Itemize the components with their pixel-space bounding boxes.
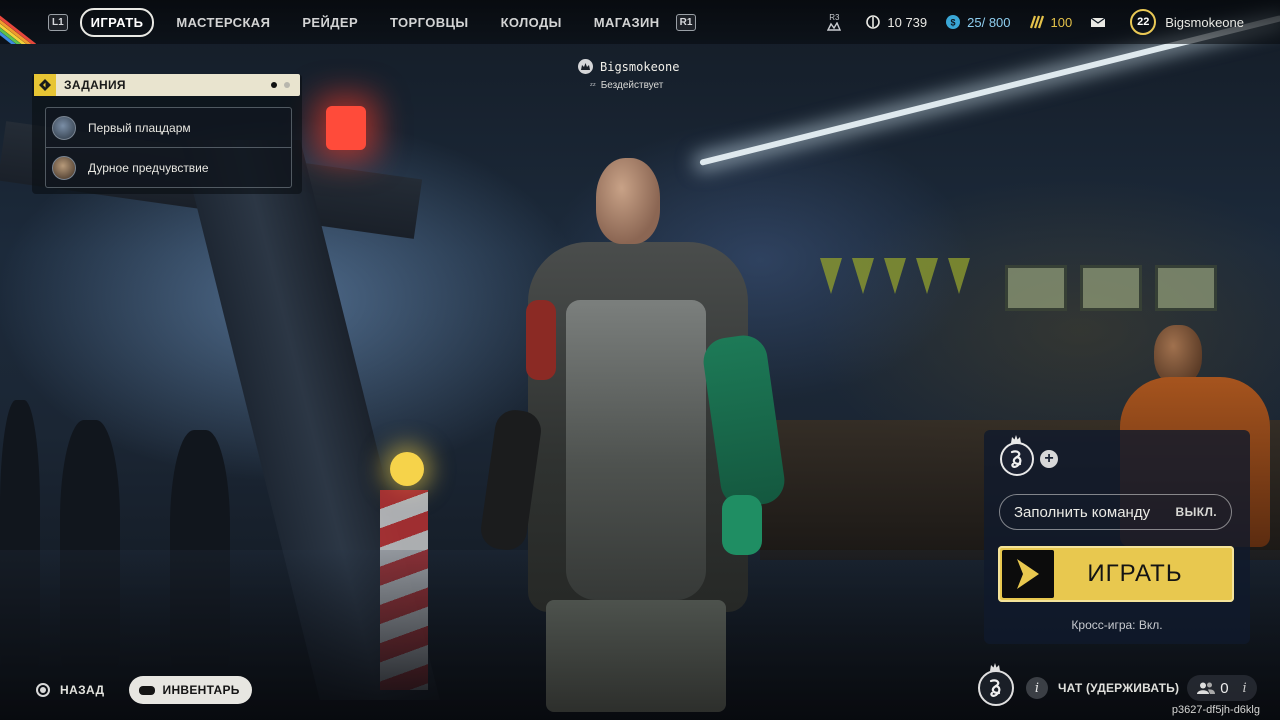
tab-store[interactable]: МАГАЗИН [594, 15, 660, 30]
party-count: 0 [1220, 679, 1229, 697]
main-currency: 10 739 [865, 14, 927, 30]
bar-monitor [1155, 265, 1217, 311]
r3-label: R3 [829, 13, 840, 22]
inventory-button[interactable]: ИНВЕНТАРЬ [128, 676, 252, 704]
tab-play[interactable]: ИГРАТЬ [79, 7, 155, 37]
token-count: 100 [1029, 14, 1073, 30]
quests-panel: ЗАДАНИЯ Первый плацдарм Дурное предчувст… [32, 74, 302, 194]
session-id: p3627-df5jh-d6klg [1171, 704, 1260, 716]
quest-item[interactable]: Первый плацдарм [46, 108, 291, 147]
rainbow-stripe-logo [0, 0, 44, 44]
bar-monitor [1005, 265, 1067, 311]
page-dot-active [271, 82, 277, 88]
player-character [478, 150, 788, 712]
quest-page-indicator [264, 82, 290, 88]
back-button[interactable]: НАЗАД [36, 683, 105, 697]
add-squad-member-button[interactable]: + [1040, 450, 1058, 468]
bunting-flag [884, 258, 906, 294]
fill-team-label: Заполнить команду [1014, 503, 1151, 521]
quests-header: ЗАДАНИЯ [34, 74, 300, 96]
r1-button-hint[interactable]: R1 [675, 13, 697, 31]
player-nameplate: Bigsmokeone ᶻᶻ Бездействует [578, 59, 698, 91]
bottom-right-actions: i ЧАТ (УДЕРЖИВАТЬ) 0 i [978, 663, 1257, 708]
r3-hint[interactable]: R3 [827, 13, 842, 31]
mail-icon [1090, 14, 1106, 30]
quests-title: ЗАДАНИЯ [64, 78, 126, 92]
main-currency-value: 10 739 [887, 14, 928, 30]
circle-button-icon [36, 683, 50, 697]
coin-icon [865, 14, 881, 30]
nameplate-status: Бездействует [600, 80, 664, 91]
token-icon [1029, 14, 1045, 30]
player-level-badge: 22 [1130, 9, 1157, 35]
bar-monitor [1080, 265, 1142, 311]
play-arrow-icon [1002, 550, 1054, 598]
party-counter[interactable]: 0 i [1187, 675, 1257, 701]
tab-raider[interactable]: РЕЙДЕР [302, 15, 358, 30]
top-navigation-bar: L1 ИГРАТЬ МАСТЕРСКАЯ РЕЙДЕР ТОРГОВЦЫ КОЛ… [0, 0, 1280, 44]
squad-emblem-icon [1010, 450, 1022, 468]
bunting-flag [916, 258, 938, 294]
quest-item[interactable]: Дурное предчувствие [46, 147, 291, 187]
tab-traders[interactable]: ТОРГОВЦЫ [390, 15, 469, 30]
squad-emblem-icon [989, 679, 1001, 697]
quest-giver-avatar [52, 115, 76, 140]
squad-leader-slot[interactable] [1000, 435, 1034, 476]
bunting-flag [948, 258, 970, 294]
quest-label: Первый плацдарм [88, 120, 191, 135]
tab-workshop[interactable]: МАСТЕРСКАЯ [176, 15, 270, 30]
yellow-lamp [390, 452, 424, 486]
page-dot [284, 82, 290, 88]
credit-icon: $ [945, 14, 961, 30]
play-button-label: ИГРАТЬ [1087, 560, 1183, 587]
squad-members: + [1000, 435, 1058, 476]
bunting-flag [852, 258, 874, 294]
quest-label: Дурное предчувствие [88, 160, 209, 175]
player-name: Bigsmokeone [1165, 14, 1244, 30]
secondary-currency-value: 25/ 800 [967, 14, 1011, 30]
touchpad-icon [138, 685, 155, 695]
fill-team-toggle[interactable]: Заполнить команду ВЫКЛ. [999, 494, 1232, 530]
crown-icon [990, 663, 1000, 671]
crossplay-status: Кросс-игра: Вкл. [1071, 618, 1163, 632]
friends-icon [827, 22, 842, 31]
inventory-label: ИНВЕНТАРЬ [162, 683, 240, 697]
chat-hold-label[interactable]: ЧАТ (УДЕРЖИВАТЬ) [1058, 681, 1179, 695]
play-button[interactable]: ИГРАТЬ [998, 546, 1234, 602]
tab-decks[interactable]: КОЛОДЫ [501, 15, 562, 30]
crown-icon [1011, 435, 1021, 443]
token-value: 100 [1050, 14, 1073, 30]
quest-diamond-icon [34, 74, 56, 96]
back-label: НАЗАД [60, 683, 105, 697]
idle-icon: ᶻᶻ [590, 81, 596, 90]
main-tabs: L1 ИГРАТЬ МАСТЕРСКАЯ РЕЙДЕР ТОРГОВЦЫ КОЛ… [48, 7, 697, 37]
party-info-icon: i [1242, 680, 1247, 696]
info-icon[interactable]: i [1026, 677, 1048, 699]
bunting-flag [820, 258, 842, 294]
party-members-icon [1197, 682, 1216, 694]
fill-team-value: ВЫКЛ. [1175, 505, 1217, 519]
nameplate-name: Bigsmokeone [600, 59, 680, 74]
svg-text:$: $ [951, 18, 956, 28]
squad-emblem-button[interactable] [978, 663, 1014, 706]
quest-list: Первый плацдарм Дурное предчувствие [45, 107, 292, 188]
player-crest-icon [578, 59, 593, 74]
squad-play-panel: + Заполнить команду ВЫКЛ. ИГРАТЬ Кросс-и… [984, 430, 1250, 644]
red-lamp [326, 106, 366, 150]
bottom-left-actions: НАЗАД ИНВЕНТАРЬ [36, 676, 252, 704]
mail-button[interactable] [1090, 14, 1112, 30]
secondary-currency: $ 25/ 800 [945, 14, 1011, 30]
l1-button-hint[interactable]: L1 [48, 13, 68, 31]
player-profile[interactable]: 22 Bigsmokeone [1130, 9, 1244, 35]
player-status-bar: R3 10 739 $ 25/ 800 100 22 Bigsmokeone [827, 8, 1244, 36]
quest-giver-avatar [52, 155, 76, 180]
